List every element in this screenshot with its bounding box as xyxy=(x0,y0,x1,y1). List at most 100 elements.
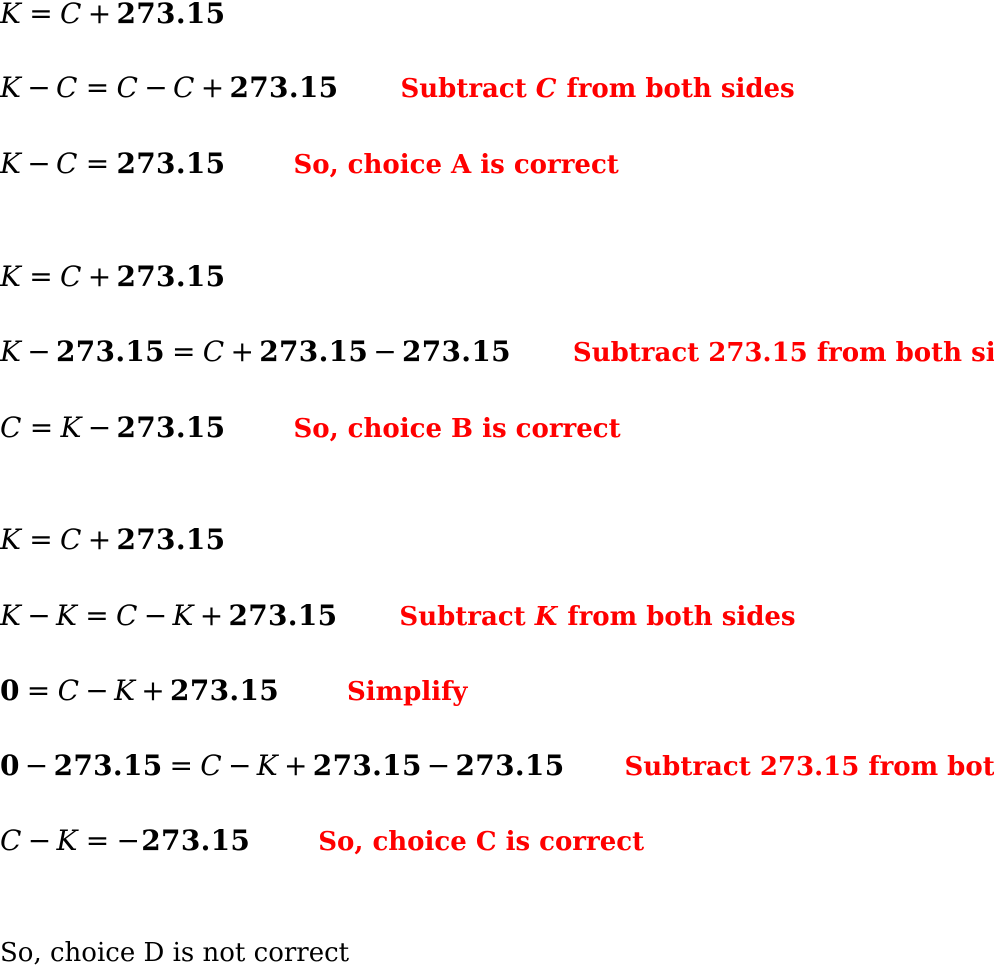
operator-plus: + xyxy=(141,674,166,707)
constant-273-15: 273.15 xyxy=(116,0,226,30)
math-expression: K = C +273.15 xyxy=(0,526,225,554)
math-expression: K = C +273.15 xyxy=(0,263,225,291)
operator-minus: − xyxy=(24,749,49,782)
annotation-choice-b: So, choice B is correct xyxy=(293,414,621,444)
annotation-choice-c: So, choice C is correct xyxy=(318,827,645,857)
symbol-C: C xyxy=(116,71,139,104)
operator-minus: − xyxy=(85,674,110,707)
constant-273-15: 273.15 xyxy=(312,749,422,782)
operator-minus: − xyxy=(87,411,112,444)
symbol-K: K xyxy=(56,824,78,857)
symbol-C: C xyxy=(0,411,22,444)
annotation-suffix: from both sides xyxy=(816,338,994,368)
math-expression: K − K = C − K +273.15 xyxy=(0,602,337,630)
operator-plus: + xyxy=(230,335,255,368)
operator-minus: − xyxy=(27,824,52,857)
math-expression: C = K −273.15 xyxy=(0,414,225,442)
annotation-prefix: Subtract xyxy=(624,752,751,782)
operator-equals: = xyxy=(26,674,51,707)
constant-zero: 0 xyxy=(0,674,20,707)
annotation-subtract-273: Subtract 273.15 from both sides xyxy=(573,340,994,366)
math-expression: 0 = C − K +273.15 xyxy=(0,677,279,705)
math-expression: K = C +273.15 xyxy=(0,0,225,28)
constant-273-15: 273.15 xyxy=(55,335,165,368)
annotation-constant: 273.15 xyxy=(759,752,860,782)
constant-273-15: 273.15 xyxy=(116,523,226,556)
annotation-prefix: Subtract xyxy=(400,74,527,104)
symbol-C: C xyxy=(55,147,78,180)
symbol-K: K xyxy=(55,599,78,632)
annotation-subtract-k: Subtract K from both sides xyxy=(399,604,795,630)
math-expression: K − C = 273.15 xyxy=(0,150,225,178)
equation-line-a2: K − C = C − C +273.15 Subtract C from both sides xyxy=(0,74,795,103)
equation-line-c3: 0 = C − K +273.15 Simplify xyxy=(0,677,468,707)
symbol-K: K xyxy=(256,749,279,782)
symbol-C: C xyxy=(55,71,78,104)
constant-273-15: 273.15 xyxy=(116,260,226,293)
symbol-C: C xyxy=(172,71,195,104)
operator-equals: = xyxy=(171,335,196,368)
symbol-K: K xyxy=(0,260,22,293)
operator-equals: = xyxy=(85,599,109,632)
operator-equals: = xyxy=(85,824,110,857)
equation-line-b2: K −273.15 = C +273.15−273.15 Subtract 273.15 … xyxy=(0,338,994,367)
operator-minus: − xyxy=(27,71,51,104)
equation-line-c1: K = C +273.15 xyxy=(0,526,225,554)
operator-minus: − xyxy=(27,147,51,180)
equation-line-b1: K = C +273.15 xyxy=(0,263,225,291)
operator-equals: = xyxy=(29,523,53,556)
constant-273-15: 273.15 xyxy=(259,335,369,368)
math-expression: K − C = C − C +273.15 xyxy=(0,74,338,102)
operator-unary-minus: − xyxy=(116,824,141,857)
symbol-K: K xyxy=(0,147,22,180)
symbol-K: K xyxy=(114,674,136,707)
operator-minus: − xyxy=(144,71,168,104)
operator-plus: + xyxy=(199,599,224,632)
symbol-C: C xyxy=(59,0,82,30)
symbol-C: C xyxy=(0,824,22,857)
operator-plus: + xyxy=(87,0,112,30)
constant-273-15: 273.15 xyxy=(141,824,251,857)
operator-minus: − xyxy=(228,749,252,782)
symbol-C: C xyxy=(59,523,82,556)
symbol-K: K xyxy=(0,71,22,104)
symbol-K: K xyxy=(0,335,22,368)
constant-273-15: 273.15 xyxy=(116,411,226,444)
constant-273-15: 273.15 xyxy=(53,749,163,782)
annotation-subtract-c: Subtract C from both sides xyxy=(400,76,794,102)
operator-plus: + xyxy=(87,260,112,293)
annotation-subtract-273: Subtract 273.15 from both sides xyxy=(624,754,994,780)
constant-273-15: 273.15 xyxy=(170,674,280,707)
constant-273-15: 273.15 xyxy=(116,147,226,180)
equation-line-c5: C − K = −273.15 So, choice C is correct xyxy=(0,827,645,857)
constant-zero: 0 xyxy=(0,749,20,782)
operator-minus: − xyxy=(373,335,397,368)
math-expression: K −273.15 = C +273.15−273.15 xyxy=(0,338,511,366)
annotation-prefix: Subtract xyxy=(572,338,700,368)
solution-sheet: K = C +273.15 K − C = C − C +273.15 Subtract C from… xyxy=(0,0,994,970)
annotation-symbol-K: K xyxy=(534,602,558,632)
symbol-K: K xyxy=(172,599,194,632)
operator-equals: = xyxy=(85,71,110,104)
equation-line-a1: K = C +273.15 xyxy=(0,0,225,28)
operator-minus: − xyxy=(27,599,51,632)
operator-minus: − xyxy=(143,599,168,632)
math-expression: 0−273.15 = C − K +273.15−273.15 xyxy=(0,752,564,780)
operator-equals: = xyxy=(29,411,54,444)
annotation-prefix: Subtract xyxy=(399,602,526,632)
annotation-choice-a: So, choice A is correct xyxy=(293,150,619,180)
constant-273-15: 273.15 xyxy=(229,71,339,104)
annotation-simplify: Simplify xyxy=(347,677,468,707)
symbol-C: C xyxy=(59,260,82,293)
symbol-C: C xyxy=(202,335,225,368)
symbol-C: C xyxy=(57,674,80,707)
math-expression: C − K = −273.15 xyxy=(0,827,250,855)
operator-equals: = xyxy=(29,260,53,293)
operator-equals: = xyxy=(169,749,194,782)
operator-plus: + xyxy=(200,71,225,104)
operator-plus: + xyxy=(284,749,308,782)
conclusion-text: So, choice D is not correct xyxy=(0,938,350,968)
annotation-symbol-C: C xyxy=(535,74,557,104)
equation-line-c4: 0−273.15 = C − K +273.15−273.15 Subtract 273.1… xyxy=(0,752,994,781)
symbol-C: C xyxy=(200,749,223,782)
